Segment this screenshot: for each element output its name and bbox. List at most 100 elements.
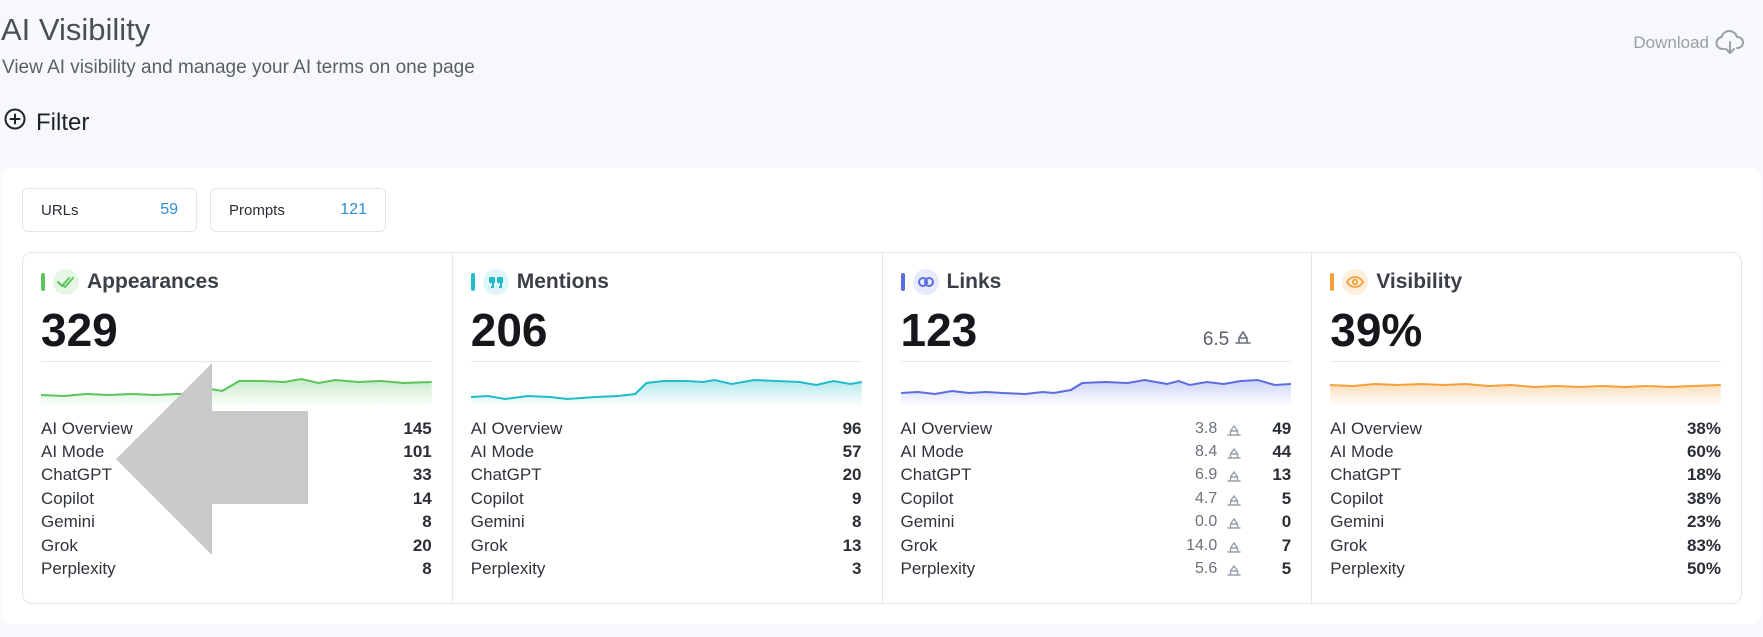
cloud-download-icon: [1715, 30, 1745, 56]
sparkline: [1330, 371, 1721, 405]
list-item: Perplexity 5.6 5: [901, 557, 1292, 580]
row-label: Perplexity: [1330, 559, 1405, 579]
list-item: AI Mode 101: [41, 440, 432, 463]
list-item: Gemini 8: [41, 511, 432, 534]
card-header: Visibility: [1330, 269, 1462, 295]
row-value: 57: [842, 442, 862, 462]
card-header: Appearances: [41, 269, 219, 295]
row-value: 8: [852, 512, 862, 532]
row-label: ChatGPT: [900, 465, 972, 485]
metrics-panel: URLs 59 Prompts 121 Appearances 329 AI O…: [2, 168, 1761, 624]
row-value: 5: [1281, 488, 1292, 508]
row-value: 18%: [1686, 465, 1721, 485]
row-value: 9: [852, 488, 862, 508]
card-header: Mentions: [470, 269, 609, 295]
sparkline: [41, 371, 432, 405]
row-average: 0.0: [1195, 513, 1218, 531]
ranking-icon: [1227, 468, 1241, 483]
row-value: 50%: [1686, 559, 1721, 579]
urls-chip[interactable]: URLs 59: [22, 188, 197, 232]
list-item: AI Mode 57: [471, 440, 862, 463]
metric-value: 123: [900, 304, 978, 356]
row-value: 14: [412, 488, 432, 508]
sparkline: [900, 371, 1292, 405]
row-value: 33: [412, 465, 432, 485]
row-label: AI Overview: [900, 418, 993, 438]
ranking-icon: [1227, 492, 1241, 506]
list-item: Perplexity 3: [471, 557, 862, 580]
row-average: 8.4: [1195, 443, 1218, 461]
row-label: ChatGPT: [41, 465, 112, 485]
links-average: 6.5: [1203, 329, 1252, 351]
row-value: 8: [422, 512, 432, 532]
ranking-icon: [1227, 445, 1241, 459]
list-item: AI Overview 96: [471, 417, 862, 440]
accent-bar: [470, 273, 475, 291]
row-average: 5.6: [1195, 560, 1218, 578]
row-value: 23%: [1686, 512, 1721, 532]
row-label: Copilot: [1330, 488, 1384, 508]
list-item: Copilot 38%: [1330, 487, 1721, 510]
links-card[interactable]: Links 123 6.5 AI Overview 3.8 49 AI Mode 8.…: [883, 253, 1313, 603]
row-value: 60%: [1686, 442, 1721, 462]
prompts-chip[interactable]: Prompts 121: [210, 188, 386, 232]
row-value: 3: [852, 559, 862, 579]
row-label: Gemini: [470, 512, 525, 532]
list-item: Gemini 0.0 0: [901, 511, 1292, 534]
row-average: 14.0: [1186, 536, 1218, 554]
row-value: 13: [842, 535, 862, 555]
page-title: AI Visibility: [1, 12, 151, 47]
list-item: AI Mode 60%: [1330, 440, 1721, 463]
visibility-card[interactable]: Visibility 39% AI Overview 38% AI Mode 60%…: [1312, 253, 1741, 603]
row-label: Gemini: [1330, 512, 1385, 532]
row-label: ChatGPT: [1330, 465, 1402, 485]
list-item: Grok 20: [41, 534, 432, 557]
page-subtitle: View AI visibility and manage your AI te…: [2, 57, 475, 78]
card-title: Mentions: [516, 270, 609, 293]
ranking-icon: [1227, 422, 1241, 436]
card-title: Appearances: [87, 270, 219, 293]
filter-button[interactable]: Filter: [4, 108, 89, 137]
row-value: 0: [1281, 512, 1292, 532]
row-label: ChatGPT: [470, 465, 542, 485]
accent-bar: [41, 273, 45, 291]
row-average: 3.8: [1195, 419, 1218, 437]
row-label: Perplexity: [41, 559, 116, 579]
accent-bar: [900, 273, 905, 291]
mentions-card[interactable]: Mentions 206 AI Overview 96 AI Mode 57 Cha…: [453, 253, 883, 603]
appearances-card[interactable]: Appearances 329 AI Overview 145 AI Mode 10…: [23, 253, 453, 603]
sparkline: [470, 371, 862, 405]
row-label: AI Overview: [1330, 418, 1422, 438]
row-value: 83%: [1686, 535, 1721, 555]
breakdown-list: AI Overview 145 AI Mode 101 ChatGPT 33 Copi…: [41, 417, 432, 581]
list-item: Copilot 9: [471, 487, 862, 510]
download-button[interactable]: Download: [1633, 30, 1745, 56]
card-title: Visibility: [1376, 270, 1463, 293]
urls-label: URLs: [41, 201, 79, 219]
divider: [900, 361, 1292, 362]
row-value: 49: [1272, 418, 1292, 438]
row-label: AI Mode: [41, 442, 105, 462]
row-label: Copilot: [470, 488, 524, 508]
breakdown-list: AI Overview 38% AI Mode 60% ChatGPT 18% Cop…: [1330, 417, 1721, 581]
row-label: Copilot: [41, 488, 94, 508]
list-item: AI Mode 8.4 44: [901, 440, 1292, 463]
row-value: 44: [1272, 442, 1292, 462]
row-value: 5: [1281, 559, 1292, 579]
accent-bar: [1330, 273, 1335, 291]
row-value: 7: [1281, 535, 1292, 555]
eye-icon: [1342, 269, 1369, 295]
list-item: AI Overview 3.8 49: [901, 417, 1292, 440]
row-value: 8: [422, 559, 432, 579]
card-header: Links: [900, 269, 1001, 295]
row-label: Copilot: [900, 488, 954, 508]
divider: [470, 361, 862, 362]
row-label: Grok: [470, 535, 508, 555]
row-label: AI Mode: [470, 442, 535, 462]
row-label: AI Overview: [470, 418, 563, 438]
breakdown-list: AI Overview 3.8 49 AI Mode 8.4 44 ChatGPT 6.9…: [901, 417, 1292, 581]
double-check-icon: [53, 269, 79, 295]
list-item: AI Overview 38%: [1330, 417, 1721, 440]
list-item: ChatGPT 20: [471, 464, 862, 487]
list-item: Perplexity 50%: [1330, 557, 1721, 580]
